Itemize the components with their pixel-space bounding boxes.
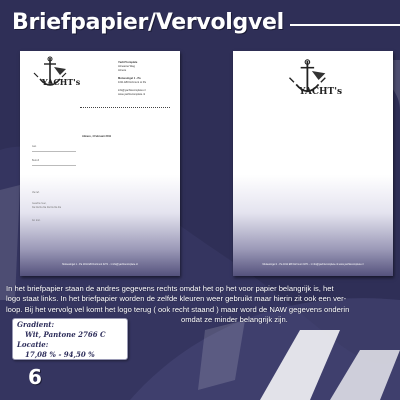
body-line: bla bla bla bla bla bla bla bla xyxy=(32,206,61,209)
yacht-logo xyxy=(33,56,67,86)
field-line xyxy=(32,165,76,166)
location-value: 17,08 % - 94,50 % xyxy=(25,350,95,359)
place-date: Almere, 4 Februari 2011 xyxy=(82,135,112,138)
letterhead-sheet: YACHT's Yacht'Complete Almeerse Weg Alme… xyxy=(20,51,180,276)
follow-up-footer: Mutsesingel 1 - Pa 1011 EB Dortmunt 0271… xyxy=(262,263,364,266)
field-line xyxy=(32,151,76,152)
gradient-label: Gradient: xyxy=(17,320,55,329)
page-title: Briefpapier/Vervolgvel xyxy=(12,10,284,35)
gradient-value: Wit, Pantone 2766 C xyxy=(25,330,106,339)
location-label: Locatie: xyxy=(17,340,49,349)
letterhead-footer: Mutsesingel 1 - Pa 1011 EB Dortmunt 0271… xyxy=(62,263,138,266)
title-divider xyxy=(290,24,400,26)
sender-address: Yacht'Complete Almeerse Weg Almere Mutse… xyxy=(118,61,176,97)
field-label: Betreft xyxy=(32,159,40,162)
closing-text: Gr. mvr. xyxy=(32,219,41,222)
color-spec-box: Gradient: Wit, Pantone 2766 C Locatie: 1… xyxy=(12,318,128,360)
description-line: logo staat links. In het briefpapier wor… xyxy=(6,294,347,304)
sender-line: www.yachtscomplete.nl xyxy=(118,93,145,96)
field-label: Uw ref. xyxy=(32,191,40,194)
description-line: In het briefpapier staan de andres gegev… xyxy=(6,284,334,293)
logo-wordmark: YACHT's xyxy=(42,77,81,87)
letter-body: Geachte heer, bla bla bla bla bla bla bl… xyxy=(32,203,61,210)
description-line: loop. Bij het vervolg vel komt het logo … xyxy=(6,304,350,314)
page-number: 6 xyxy=(28,365,42,389)
field-label: Aan xyxy=(32,145,37,148)
follow-up-sheet: YACHT's Mutsesingel 1 - Pa 1011 EB Dortm… xyxy=(233,51,393,276)
logo-wordmark: YACHT's xyxy=(299,87,343,97)
header-divider xyxy=(80,107,170,108)
